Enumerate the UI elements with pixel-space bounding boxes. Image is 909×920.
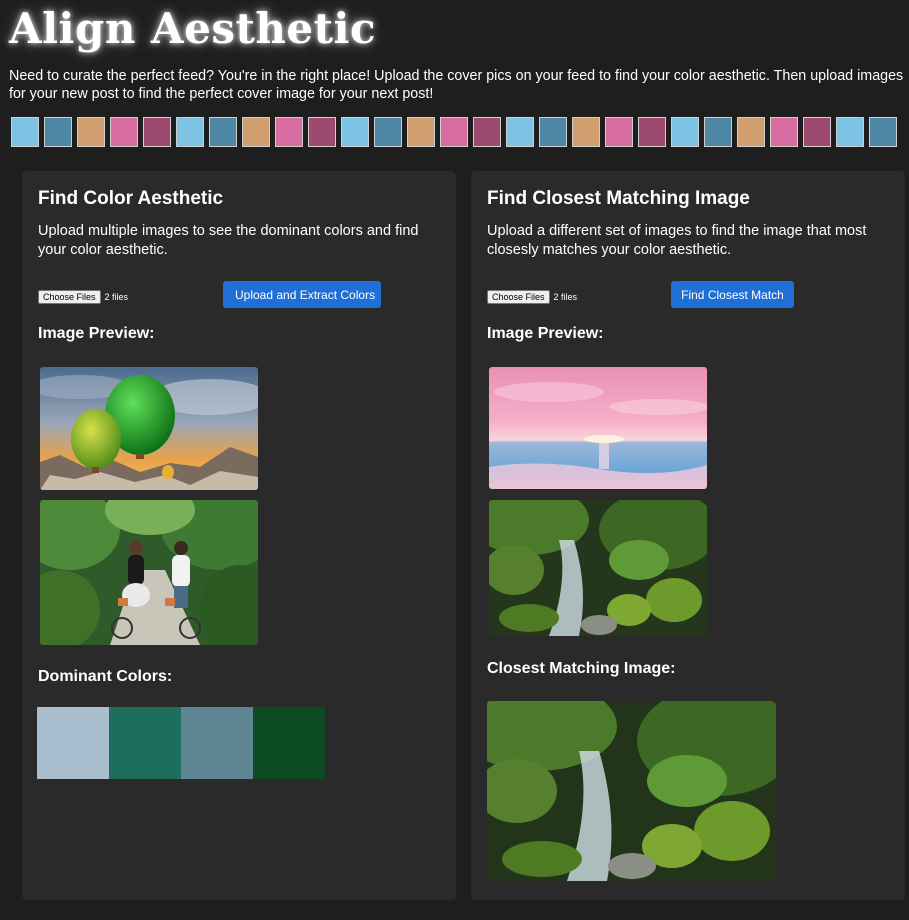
feed-color-swatch <box>374 117 402 147</box>
choose-files-button[interactable]: Choose Files <box>487 290 550 304</box>
closest-matching-image-label: Closest Matching Image: <box>487 660 676 677</box>
dominant-color-swatch <box>253 707 325 779</box>
panel-title: Find Closest Matching Image <box>487 188 750 209</box>
feed-color-swatch <box>77 117 105 147</box>
dominant-colors-label: Dominant Colors: <box>38 668 173 685</box>
closest-matching-image <box>487 701 776 881</box>
feed-color-swatch <box>506 117 534 147</box>
feed-color-swatch <box>473 117 501 147</box>
feed-color-swatch <box>242 117 270 147</box>
feed-color-strip <box>11 117 909 150</box>
image-preview-label: Image Preview: <box>38 325 155 342</box>
dominant-colors-palette <box>37 707 325 779</box>
feed-color-swatch <box>869 117 897 147</box>
feed-color-swatch <box>275 117 303 147</box>
feed-color-swatch <box>704 117 732 147</box>
feed-color-swatch <box>44 117 72 147</box>
dominant-color-swatch <box>37 707 109 779</box>
site-title: Align Aesthetic <box>9 4 377 53</box>
feed-color-swatch <box>605 117 633 147</box>
feed-color-swatch <box>539 117 567 147</box>
feed-color-swatch <box>737 117 765 147</box>
image-preview-label: Image Preview: <box>487 325 604 342</box>
preview-image-sunset <box>489 367 707 489</box>
feed-color-swatch <box>143 117 171 147</box>
feed-color-swatch <box>341 117 369 147</box>
feed-color-swatch <box>110 117 138 147</box>
feed-color-swatch <box>770 117 798 147</box>
intro-text: Need to curate the perfect feed? You're … <box>9 68 904 102</box>
feed-color-swatch <box>803 117 831 147</box>
panel-description: Upload a different set of images to find… <box>487 223 867 258</box>
feed-color-swatch <box>407 117 435 147</box>
find-closest-match-button[interactable]: Find Closest Match <box>671 281 794 308</box>
feed-color-swatch <box>176 117 204 147</box>
dominant-color-swatch <box>181 707 253 779</box>
feed-color-swatch <box>836 117 864 147</box>
dominant-color-swatch <box>109 707 181 779</box>
preview-image-forest-stream <box>489 500 707 636</box>
preview-image-cyclists <box>40 500 258 645</box>
preview-image-balloons <box>40 367 258 490</box>
panel-title: Find Color Aesthetic <box>38 188 224 209</box>
feed-color-swatch <box>440 117 468 147</box>
feed-color-swatch <box>671 117 699 147</box>
feed-color-swatch <box>209 117 237 147</box>
file-count: 2 files <box>104 292 129 302</box>
feed-color-swatch <box>308 117 336 147</box>
choose-files-button[interactable]: Choose Files <box>38 290 101 304</box>
find-color-aesthetic-panel: Find Color Aesthetic Upload multiple ima… <box>22 171 456 900</box>
file-input: Choose Files 2 files <box>487 290 577 304</box>
file-count: 2 files <box>553 292 578 302</box>
find-closest-match-panel: Find Closest Matching Image Upload a dif… <box>471 171 905 900</box>
feed-color-swatch <box>638 117 666 147</box>
feed-color-swatch <box>11 117 39 147</box>
panel-description: Upload multiple images to see the domina… <box>38 223 419 258</box>
file-input: Choose Files 2 files <box>38 290 128 304</box>
upload-extract-colors-button[interactable]: Upload and Extract Colors <box>223 281 381 308</box>
feed-color-swatch <box>572 117 600 147</box>
